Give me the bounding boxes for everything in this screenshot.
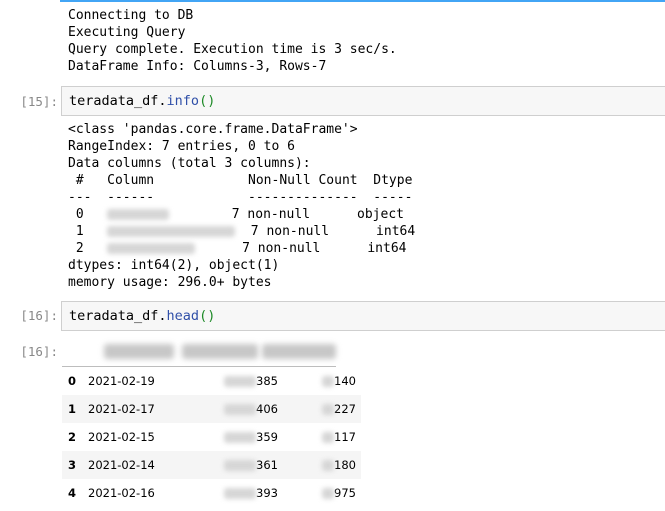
output-line: RangeIndex: 7 entries, 0 to 6	[68, 139, 295, 154]
row-index: 0	[68, 374, 77, 388]
value-tail: 140	[334, 374, 356, 388]
value-cell: 117	[278, 423, 361, 451]
value-cell: 140	[278, 367, 361, 395]
redacted-value	[322, 432, 335, 443]
redacted-value	[322, 488, 335, 499]
redacted-value	[322, 460, 335, 471]
info-header-dtype: Dtype	[373, 173, 413, 188]
value-cell: 227	[278, 395, 361, 423]
output-line: Executing Query	[68, 25, 186, 40]
info-separator: -----	[373, 190, 413, 205]
info-dtypes-summary: dtypes: int64(2), object(1)	[68, 258, 280, 273]
row-index: 2	[68, 430, 77, 444]
info-row-index: 2	[68, 241, 84, 256]
info-row-dtype: object	[357, 207, 404, 222]
cell15-output: <class 'pandas.core.frame.DataFrame'> Ra…	[68, 121, 415, 291]
redacted-value	[224, 404, 257, 415]
value-cell: 180	[278, 451, 361, 479]
table-row: 0 2021-02-19 385 140	[62, 367, 361, 395]
redacted-column-name	[107, 243, 196, 254]
redacted-value	[224, 376, 257, 387]
output-line: Data columns (total 3 columns):	[68, 156, 311, 171]
output-line: Query complete. Execution time is 3 sec/…	[68, 42, 397, 57]
info-row-nonnull: 7 non-null	[250, 224, 330, 239]
date-cell: 2021-02-19	[88, 374, 155, 388]
output-line: <class 'pandas.core.frame.DataFrame'>	[68, 122, 358, 137]
info-row-dtype: int64	[367, 241, 407, 256]
value-cell: 361	[198, 451, 278, 479]
cell15-code[interactable]: teradata_df.info()	[69, 93, 215, 109]
info-row-index: 1	[68, 224, 84, 239]
dataframe-table: 0 2021-02-19 385 140 1 2021-02-17 406 22…	[62, 367, 361, 507]
value-tail: 227	[334, 402, 356, 416]
row-index: 3	[62, 451, 88, 479]
info-separator: ---	[68, 190, 92, 205]
table-row: 2 2021-02-15 359 117	[62, 423, 361, 451]
redacted-value	[322, 376, 335, 387]
code-object: teradata_df.	[69, 308, 167, 324]
value-tail: 359	[256, 430, 278, 444]
info-header-column: Column	[107, 173, 155, 188]
code-paren: ()	[199, 308, 216, 324]
info-separator: ------	[107, 190, 155, 205]
code-function: info	[166, 93, 200, 109]
date-cell: 2021-02-14	[88, 451, 198, 479]
redacted-value	[224, 460, 257, 471]
redacted-column-name	[107, 209, 170, 220]
code-object: teradata_df.	[69, 93, 167, 109]
redacted-value	[224, 488, 257, 499]
value-tail: 975	[334, 486, 356, 500]
cell15-input[interactable]: teradata_df.info()	[61, 86, 665, 116]
value-tail: 393	[256, 486, 278, 500]
cell16-in-prompt: [16]:	[20, 308, 58, 323]
redacted-column-name	[107, 226, 236, 237]
redacted-column-header	[182, 344, 258, 359]
cell-selected-border	[60, 0, 665, 2]
value-tail: 406	[256, 402, 278, 416]
cell16-input[interactable]: teradata_df.head()	[61, 301, 665, 331]
redacted-value	[322, 404, 335, 415]
cell16-code[interactable]: teradata_df.head()	[69, 308, 215, 324]
table-row: 3 2021-02-14 361 180	[62, 451, 361, 479]
info-separator: --------------	[248, 190, 358, 205]
redacted-column-header	[262, 344, 336, 359]
info-header-nonnull: Non-Null Count	[248, 173, 358, 188]
info-row-nonnull: 7 non-null	[231, 207, 311, 222]
output-line: DataFrame Info: Columns-3, Rows-7	[68, 59, 327, 74]
date-cell: 2021-02-15	[88, 430, 155, 444]
info-row-dtype: int64	[376, 224, 416, 239]
info-row-nonnull: 7 non-null	[242, 241, 321, 256]
info-row-index: 0	[68, 207, 84, 222]
output-line: Connecting to DB	[68, 8, 194, 23]
row-index: 1	[62, 395, 88, 423]
cell14-output: Connecting to DB Executing Query Query c…	[68, 7, 397, 75]
value-tail: 385	[256, 374, 278, 388]
code-function: head	[166, 308, 200, 324]
table-row: 1 2021-02-17 406 227	[62, 395, 361, 423]
table-row: 4 2021-02-16 393 975	[62, 479, 361, 507]
code-paren: ()	[199, 93, 216, 109]
redacted-value	[224, 432, 257, 443]
date-cell: 2021-02-16	[88, 486, 155, 500]
value-cell: 385	[198, 367, 278, 395]
cell16-out-prompt: [16]:	[20, 344, 58, 359]
redacted-column-header	[104, 344, 174, 359]
info-header-hash: #	[68, 173, 84, 188]
value-cell: 975	[278, 479, 361, 507]
row-index: 4	[68, 486, 77, 500]
value-tail: 117	[334, 430, 356, 444]
info-memory-usage: memory usage: 296.0+ bytes	[68, 275, 272, 290]
date-cell: 2021-02-17	[88, 395, 198, 423]
value-tail: 361	[256, 458, 278, 472]
value-cell: 359	[198, 423, 278, 451]
value-cell: 393	[198, 479, 278, 507]
cell15-in-prompt: [15]:	[20, 94, 58, 109]
value-tail: 180	[334, 458, 356, 472]
value-cell: 406	[198, 395, 278, 423]
